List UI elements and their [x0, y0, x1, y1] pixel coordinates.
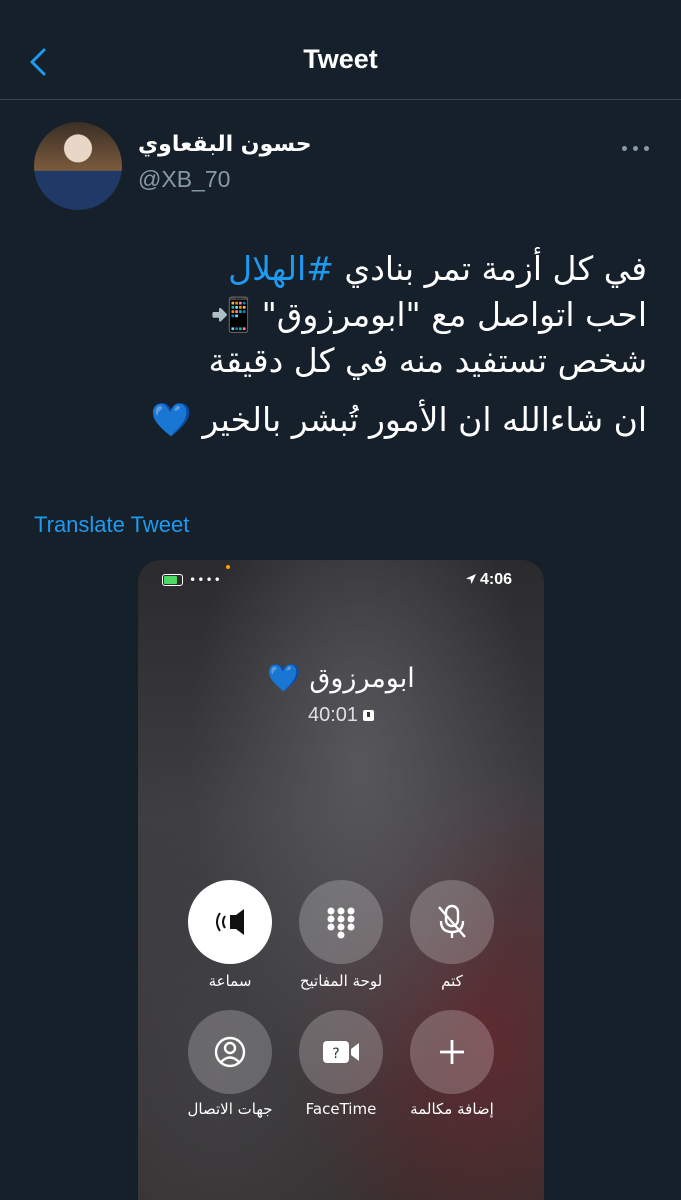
signal-icon: ••••: [189, 573, 222, 587]
contacts-button[interactable]: [188, 1010, 272, 1094]
caller-name: ابومرزوق 💙: [267, 663, 415, 694]
author-handle[interactable]: @XB_70: [138, 166, 230, 193]
tweet-line-1: في كل أزمة تمر بنادي #الهلال: [27, 246, 647, 292]
status-indicators: ••••: [162, 572, 222, 588]
status-time-text: 4:06: [479, 571, 512, 588]
contacts-icon: [214, 1036, 246, 1068]
translate-tweet-link[interactable]: Translate Tweet: [34, 512, 189, 538]
top-bar: Tweet: [0, 0, 681, 100]
more-options-icon[interactable]: [618, 134, 654, 162]
add-call-icon: [440, 1040, 464, 1064]
tweet-line-4: ان شاءالله ان الأمور تُبشر بالخير 💙: [150, 399, 647, 439]
tweet-line-1-text: في كل أزمة تمر بنادي: [333, 249, 647, 288]
page-title: Tweet: [303, 44, 378, 74]
location-icon: [465, 574, 476, 584]
keypad-icon: [327, 907, 355, 939]
call-timer-icon: [363, 710, 375, 722]
facetime-button[interactable]: ?: [299, 1010, 383, 1094]
add-call-label: إضافة مكالمة: [410, 1100, 494, 1118]
status-time: 4:06: [465, 571, 512, 589]
battery-icon: [162, 574, 183, 586]
speaker-icon: [216, 909, 244, 935]
mute-icon: [438, 904, 466, 938]
mute-label: كتم: [441, 972, 463, 990]
tweet-line-3: شخص تستفيد منه في كل دقيقة: [208, 341, 647, 381]
tweet-media-image[interactable]: •••• 4:06 ابومرزوق 💙 40:01 سماعة لوحة ال…: [138, 560, 544, 1200]
keypad-button[interactable]: [299, 880, 383, 964]
avatar[interactable]: [34, 122, 122, 210]
facetime-icon: ?: [323, 1041, 359, 1063]
hashtag-link[interactable]: #الهلال: [228, 249, 334, 288]
privacy-indicator-dot: [226, 565, 230, 569]
call-duration-text: 40:01: [307, 704, 359, 726]
add-call-button[interactable]: [410, 1010, 494, 1094]
svg-text:?: ?: [332, 1046, 339, 1062]
mute-button[interactable]: [410, 880, 494, 964]
call-duration: 40:01: [138, 704, 544, 727]
speaker-button[interactable]: [188, 880, 272, 964]
author-name[interactable]: حسون البقعاوي: [138, 132, 312, 157]
tweet-text: في كل أزمة تمر بنادي #الهلال احب اتواصل …: [27, 246, 647, 443]
tweet-line-2: احب اتواصل مع "ابومرزوق" 📲: [210, 295, 647, 335]
